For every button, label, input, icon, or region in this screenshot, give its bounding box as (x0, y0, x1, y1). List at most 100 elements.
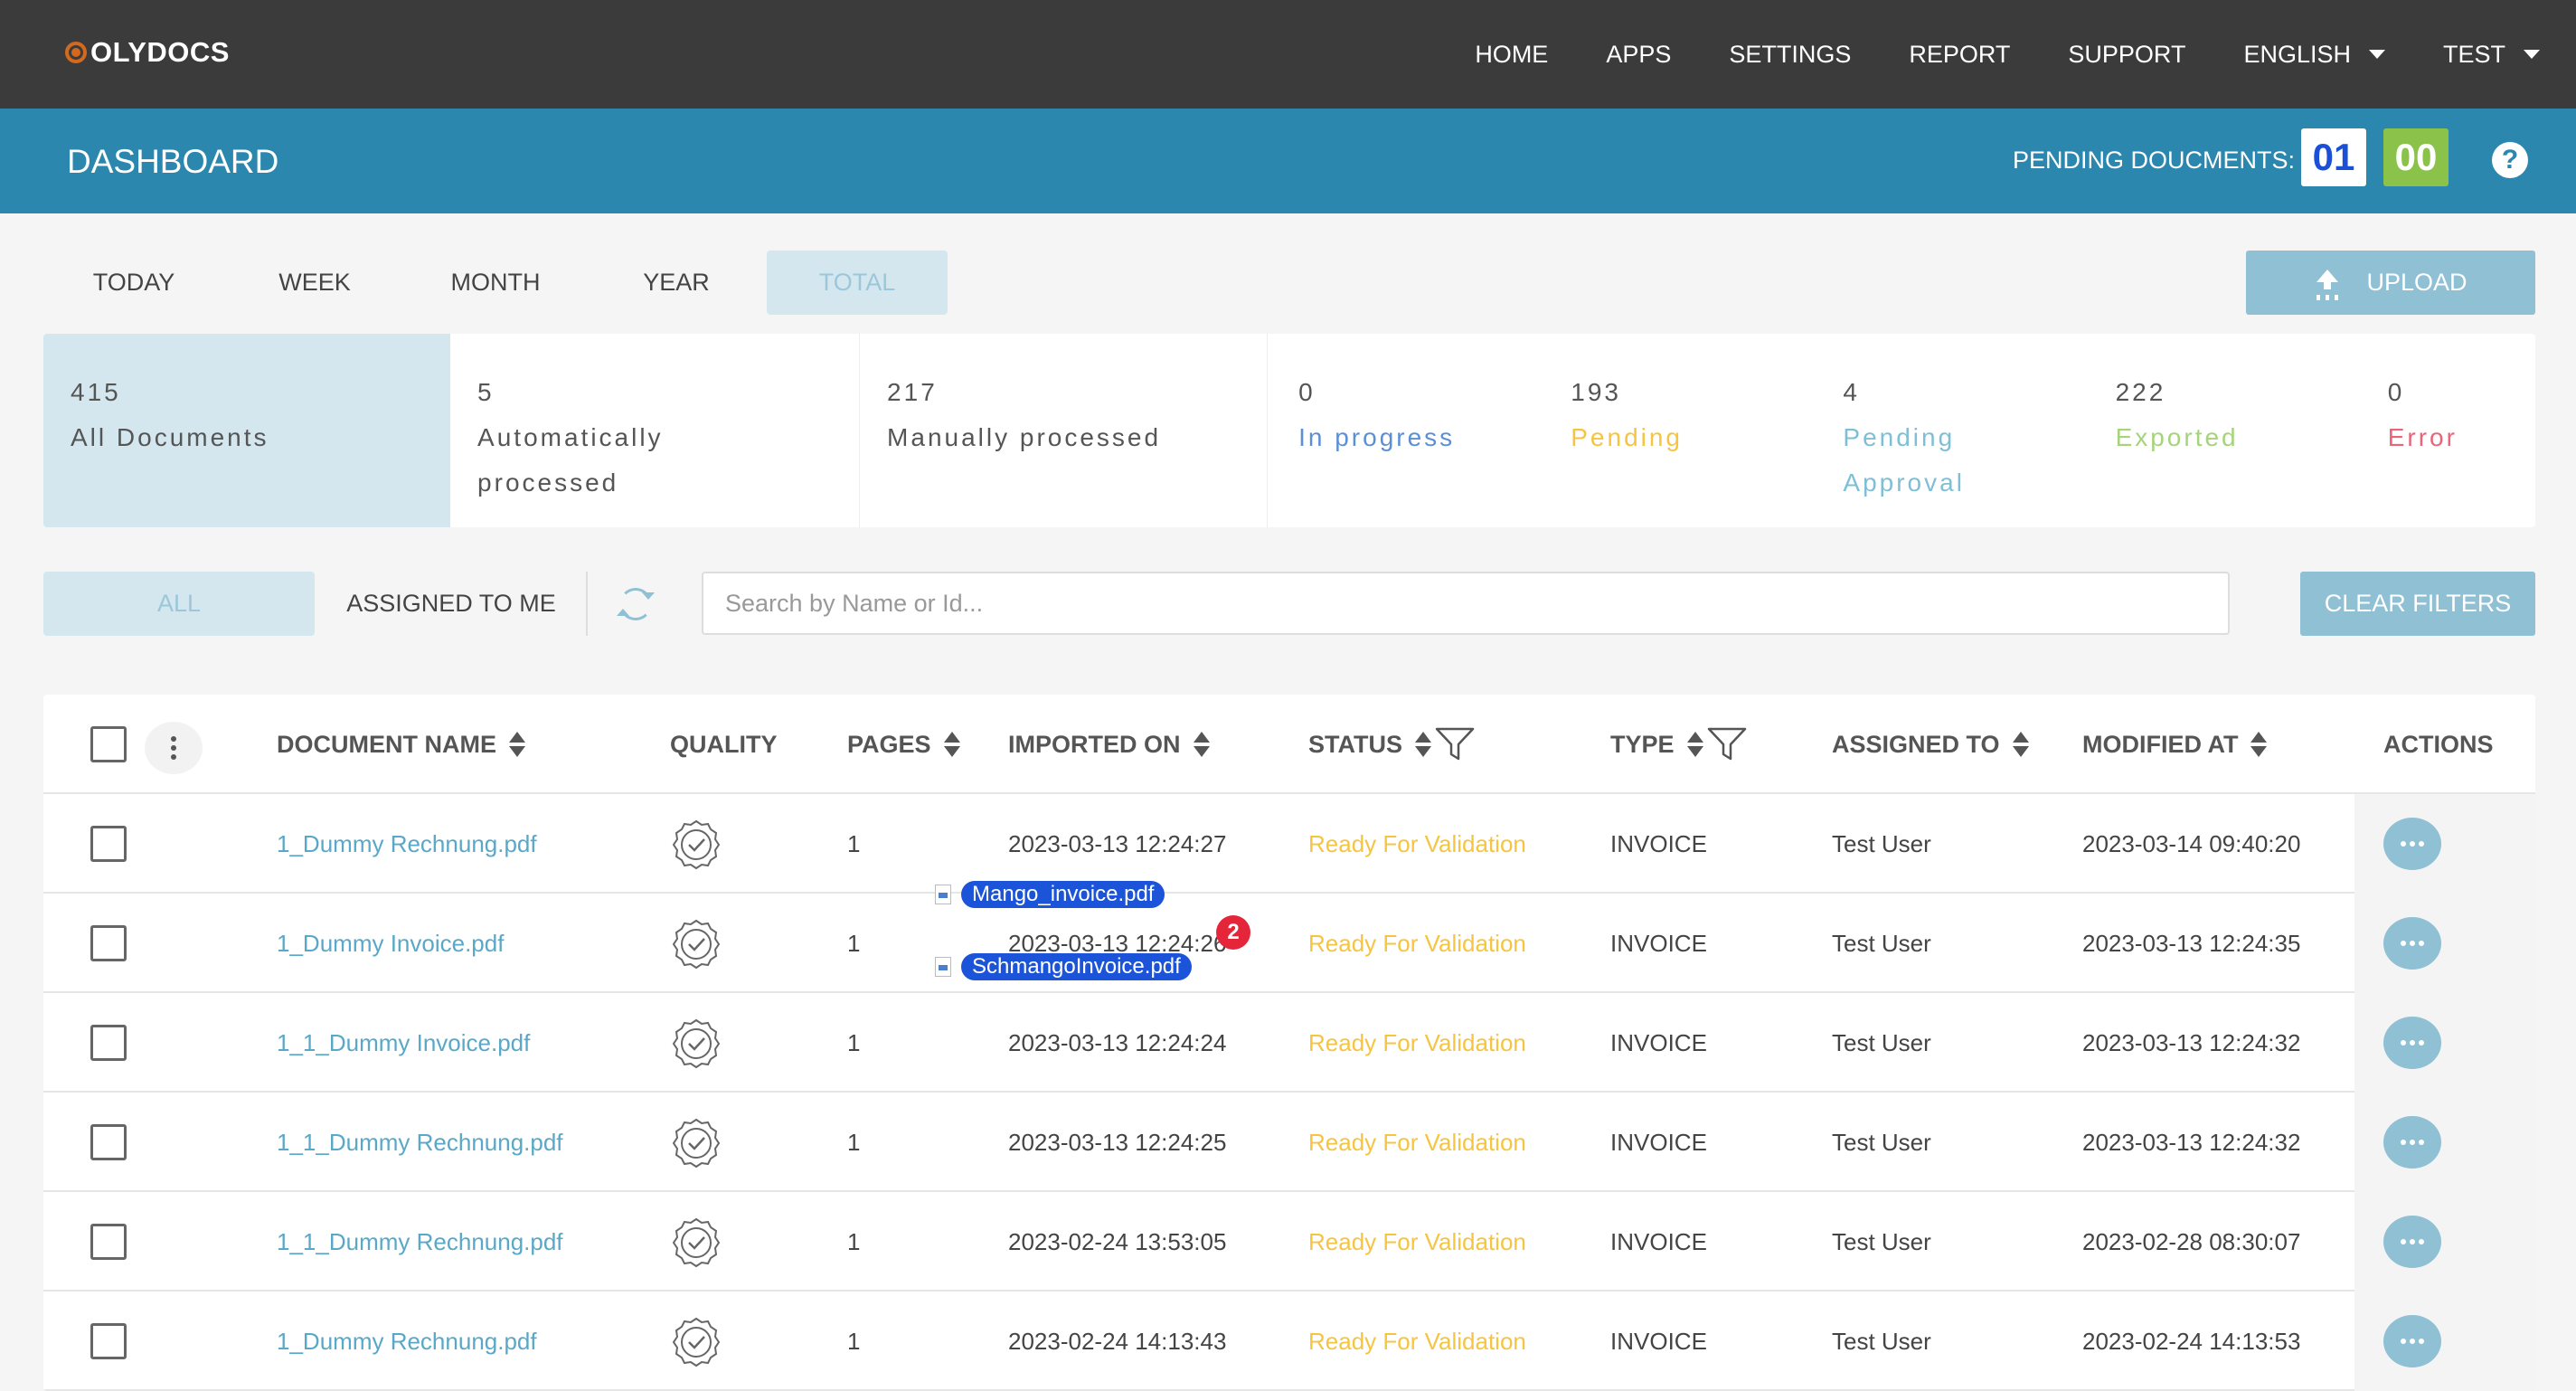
column-header-type[interactable]: TYPE (1610, 695, 1747, 794)
imported-on-value: 2023-02-24 13:53:05 (1008, 1227, 1227, 1255)
column-header-assigned-to[interactable]: ASSIGNED TO (1832, 695, 2029, 794)
column-header-modified-at[interactable]: MODIFIED AT (2082, 695, 2268, 794)
table-row[interactable]: 1_Dummy Rechnung.pdf 1 2023-02-24 14:13:… (43, 1292, 2535, 1391)
tab-total[interactable]: TOTAL (767, 251, 948, 315)
stat-pending-approval[interactable]: 4 Pending Approval (1812, 334, 2084, 527)
quality-badge-icon (672, 1317, 721, 1367)
sort-icon[interactable] (1686, 732, 1703, 757)
column-label: MODIFIED AT (2082, 730, 2239, 758)
document-name-link[interactable]: 1_Dummy Invoice.pdf (277, 894, 504, 993)
filter-icon[interactable] (1707, 726, 1747, 762)
table-header: DOCUMENT NAME QUALITY PAGES IMPORTED ON … (43, 695, 2535, 794)
row-checkbox[interactable] (90, 925, 127, 961)
stat-all-documents[interactable]: 415 All Documents (43, 334, 451, 527)
stat-error[interactable]: 0 Error (2357, 334, 2535, 527)
help-icon[interactable]: ? (2492, 142, 2528, 178)
refresh-icon[interactable] (617, 588, 655, 620)
row-actions-button[interactable] (2383, 1116, 2441, 1169)
pages-value: 1 (847, 829, 861, 857)
filter-icon[interactable] (1435, 726, 1475, 762)
pending-count-badge[interactable]: 01 (2301, 128, 2366, 186)
stat-manually-processed[interactable]: 217 Manually processed (859, 334, 1269, 527)
stat-value: 0 (2387, 378, 2405, 406)
row-checkbox[interactable] (90, 1224, 127, 1260)
sort-icon[interactable] (2250, 732, 2268, 757)
select-all-checkbox[interactable] (90, 726, 127, 762)
language-dropdown[interactable]: ENGLISH (2243, 41, 2385, 69)
stat-in-progress[interactable]: 0 In progress (1268, 334, 1540, 527)
pending-count-badge-secondary[interactable]: 00 (2383, 128, 2449, 186)
upload-button[interactable]: UPLOAD (2246, 251, 2535, 315)
search-input[interactable] (702, 572, 2230, 635)
row-checkbox[interactable] (90, 1025, 127, 1061)
stat-label: Pending (1571, 423, 1684, 451)
column-label: DOCUMENT NAME (277, 730, 496, 758)
column-header-pages[interactable]: PAGES (847, 695, 960, 794)
brand-logo[interactable]: OLYDOCS (65, 36, 230, 69)
clear-filters-button[interactable]: CLEAR FILTERS (2300, 572, 2535, 636)
user-menu[interactable]: TEST (2443, 41, 2540, 69)
filter-all-button[interactable]: ALL (43, 572, 315, 636)
row-checkbox[interactable] (90, 826, 127, 862)
stat-exported[interactable]: 222 Exported (2085, 334, 2357, 527)
stat-label: Automatically processed (477, 423, 664, 497)
tab-year[interactable]: YEAR (586, 251, 767, 315)
row-actions-button[interactable] (2383, 1315, 2441, 1367)
nav-report[interactable]: REPORT (1909, 41, 2010, 69)
column-label: IMPORTED ON (1008, 730, 1181, 758)
sort-icon[interactable] (2012, 732, 2029, 757)
row-actions-button[interactable] (2383, 1216, 2441, 1268)
column-header-document-name[interactable]: DOCUMENT NAME (277, 695, 525, 794)
column-header-status[interactable]: STATUS (1308, 695, 1475, 794)
tab-today[interactable]: TODAY (43, 251, 224, 315)
tab-week[interactable]: WEEK (224, 251, 405, 315)
document-name-link[interactable]: 1_1_Dummy Rechnung.pdf (277, 1192, 563, 1292)
status-badge: Ready For Validation (1308, 929, 1526, 957)
document-name-link[interactable]: 1_1_Dummy Rechnung.pdf (277, 1093, 563, 1192)
column-label: STATUS (1308, 730, 1402, 758)
status-badge: Ready For Validation (1308, 1028, 1526, 1056)
document-name-link[interactable]: 1_Dummy Rechnung.pdf (277, 794, 537, 894)
column-header-imported-on[interactable]: IMPORTED ON (1008, 695, 1210, 794)
stat-label: In progress (1298, 423, 1456, 451)
sort-icon[interactable] (1193, 732, 1210, 757)
row-actions-button[interactable] (2383, 818, 2441, 870)
imported-on-value: 2023-02-24 14:13:43 (1008, 1327, 1227, 1355)
chevron-down-icon (2524, 50, 2540, 59)
user-name: TEST (2442, 40, 2505, 68)
imported-on-value: 2023-03-13 12:24:24 (1008, 1028, 1227, 1056)
stat-label: Manually processed (887, 423, 1162, 451)
table-row[interactable]: 1_1_Dummy Rechnung.pdf 1 2023-02-24 13:5… (43, 1192, 2535, 1292)
column-label: ASSIGNED TO (1832, 730, 2000, 758)
filter-assigned-to-me-button[interactable]: ASSIGNED TO ME (316, 572, 588, 636)
nav-home[interactable]: HOME (1475, 41, 1548, 69)
table-row[interactable]: 1_1_Dummy Invoice.pdf 1 2023-03-13 12:24… (43, 993, 2535, 1093)
sort-icon[interactable] (509, 732, 525, 757)
period-tabs: TODAY WEEK MONTH YEAR TOTAL (43, 251, 948, 315)
stat-label: Pending Approval (1843, 423, 1965, 497)
stat-automatically-processed[interactable]: 5 Automatically processed (450, 334, 859, 527)
document-name-link[interactable]: 1_1_Dummy Invoice.pdf (277, 993, 530, 1093)
nav-support[interactable]: SUPPORT (2068, 41, 2185, 69)
nav-apps[interactable]: APPS (1606, 41, 1671, 69)
table-row[interactable]: 1_Dummy Rechnung.pdf 1 2023-03-13 12:24:… (43, 794, 2535, 894)
quality-badge-icon (672, 1118, 721, 1169)
row-actions-button[interactable] (2383, 917, 2441, 970)
more-options-icon[interactable] (145, 722, 203, 774)
document-name-link[interactable]: 1_Dummy Rechnung.pdf (277, 1292, 537, 1391)
stat-pending[interactable]: 193 Pending (1540, 334, 1812, 527)
table-row[interactable]: 1_1_Dummy Rechnung.pdf 1 2023-03-13 12:2… (43, 1093, 2535, 1192)
table-row[interactable]: 1_Dummy Invoice.pdf 1 2023-03-13 12:24:2… (43, 894, 2535, 993)
row-checkbox[interactable] (90, 1124, 127, 1160)
tab-month[interactable]: MONTH (405, 251, 586, 315)
modified-at-value: 2023-03-13 12:24:32 (2082, 1028, 2301, 1056)
imported-on-value: 2023-03-13 12:24:27 (1008, 829, 1227, 857)
stat-label: Error (2387, 423, 2458, 451)
column-header-actions: ACTIONS (2383, 695, 2494, 794)
sort-icon[interactable] (943, 732, 960, 757)
row-checkbox[interactable] (90, 1323, 127, 1359)
row-actions-button[interactable] (2383, 1017, 2441, 1069)
nav-settings[interactable]: SETTINGS (1729, 41, 1851, 69)
stat-value: 222 (2115, 378, 2166, 406)
sort-icon[interactable] (1415, 732, 1431, 757)
